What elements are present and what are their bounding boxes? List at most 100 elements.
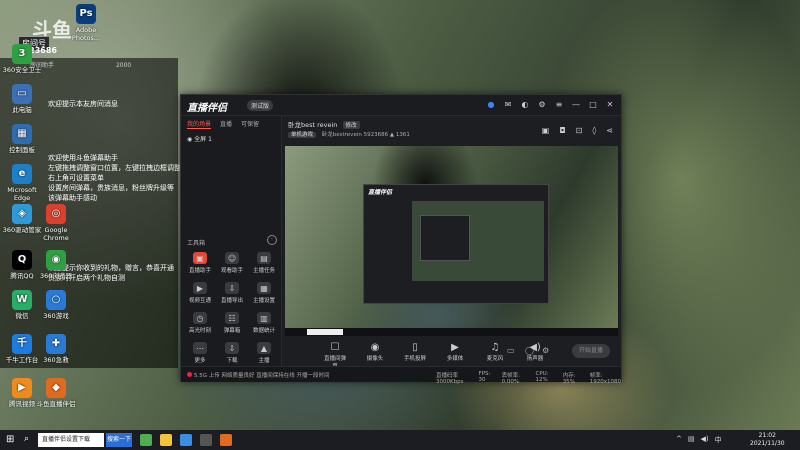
settings-icon[interactable]: ⚙ xyxy=(537,100,547,109)
stream-category[interactable]: 单机游戏 xyxy=(288,132,317,138)
control-icon: ▯ xyxy=(412,342,418,353)
app-icon: W xyxy=(12,290,32,310)
control-label: 多媒体 xyxy=(446,356,464,362)
message-icon[interactable]: ✉ xyxy=(503,100,513,109)
tool-item[interactable]: ⇩ 下载 xyxy=(217,342,247,364)
control-label: 麦克风 xyxy=(486,356,504,362)
desktop-icon-label: Google Chrome xyxy=(43,226,69,242)
tool-item[interactable]: ▤ 主播任务 xyxy=(249,252,279,274)
stream-meta: 单机游戏 卧龙bestrevein 5923686 ▲ 1361 xyxy=(288,130,410,138)
desktop-icon[interactable]: Ps Adobe Photos... xyxy=(66,4,106,42)
control-label: 扬声器 xyxy=(526,356,544,362)
pin-icon[interactable]: ⊡ xyxy=(576,126,583,135)
menu-icon[interactable]: ≡ xyxy=(554,100,564,109)
tool-label: 直播助手 xyxy=(188,268,211,274)
tray-up-icon[interactable]: ^ xyxy=(676,435,682,445)
app-titlebar[interactable]: 直播伴侣 测试版 ● ✉ ◐ ⚙ ≡ — □ ✕ xyxy=(181,95,621,116)
app-icon: ◎ xyxy=(46,204,66,224)
volume-icon[interactable]: ◀) xyxy=(701,435,709,445)
tool-item[interactable]: ⋯ 更多 xyxy=(185,342,215,364)
control-icon: ◉ xyxy=(370,342,380,353)
gift-icon[interactable]: ▣ xyxy=(542,126,550,135)
tool-label: 高光时刻 xyxy=(188,328,211,334)
record-icon[interactable]: ▭ xyxy=(507,346,515,355)
taskbar-browser-icon[interactable] xyxy=(180,434,192,446)
desktop-icon[interactable]: ◆ 斗鱼直播伴侣 xyxy=(36,378,76,408)
tool-label: 主播任务 xyxy=(252,268,275,274)
tool-icon: ▲ xyxy=(257,342,271,354)
tool-item[interactable]: ▣ 直播助手 xyxy=(185,252,215,274)
tool-icon: ▶ xyxy=(193,282,207,294)
desktop-icon[interactable]: ◎ Google Chrome xyxy=(36,204,76,242)
taskbar-clock[interactable]: 21:02 2021/11/30 xyxy=(750,432,785,448)
app-icon: ◈ xyxy=(12,204,32,224)
user-avatar-icon[interactable]: ● xyxy=(486,100,496,109)
overlay-header-count: 2000 xyxy=(115,62,132,69)
tool-item[interactable]: ▲ 主播 xyxy=(249,342,279,364)
scene-item[interactable]: ◉ 全屏 1 xyxy=(181,132,281,145)
live-settings-icon[interactable]: ⚙ xyxy=(542,346,549,355)
taskbar-search-button[interactable]: 搜索一下 xyxy=(106,433,132,447)
app-version-badge: 测试版 xyxy=(247,100,274,111)
app-icon: ▦ xyxy=(12,124,32,144)
desktop-icon[interactable]: ▦ 控制面板 xyxy=(2,124,42,154)
hot-icon: ▲ xyxy=(389,132,395,138)
tool-icon: ◷ xyxy=(193,312,207,324)
tool-item[interactable]: ☷ 弹幕箱 xyxy=(217,312,247,334)
tool-icon: ⋯ xyxy=(193,342,207,354)
tool-item[interactable]: ▶ 视频互通 xyxy=(185,282,215,304)
mute-icon[interactable]: ◯ xyxy=(525,346,534,355)
taskbar-folder-icon[interactable] xyxy=(160,434,172,446)
desktop-icon[interactable]: ▭ 此电脑 xyxy=(2,84,42,114)
sidebar-tab[interactable]: 我的场景 xyxy=(187,119,212,129)
eye-icon[interactable]: ◉ xyxy=(187,136,192,143)
app-icon: Q xyxy=(12,250,32,270)
status-bar: 5.5G 上传 网络质量良好 直播间保持在线 开播一段时间 直播码率 3000K… xyxy=(181,366,621,385)
skin-icon[interactable]: ◐ xyxy=(520,100,530,109)
tool-item[interactable]: ☺ 观看助手 xyxy=(217,252,247,274)
bell-icon[interactable]: ◊ xyxy=(592,126,596,135)
main-area: 卧龙best revein 修改 单机游戏 卧龙bestrevein 59236… xyxy=(282,116,621,370)
tool-label: 更多 xyxy=(194,358,206,364)
status-metric: 直播码率 3000Kbps xyxy=(436,373,464,385)
desktop-icon[interactable]: ◉ 360浏览器 xyxy=(36,250,76,280)
sidebar-tab[interactable]: 可保留 xyxy=(241,119,259,129)
tool-item[interactable]: ⇩ 直播导出 xyxy=(217,282,247,304)
desktop-icon-label: 此电脑 xyxy=(12,106,32,114)
stream-preview[interactable]: 直播伴侣 xyxy=(285,146,618,336)
control-icon: ▶ xyxy=(451,342,459,353)
minimize-icon[interactable]: — xyxy=(571,100,581,109)
network-icon[interactable]: ▤ xyxy=(688,435,695,445)
share-icon[interactable]: ⋖ xyxy=(606,126,613,135)
maximize-icon[interactable]: □ xyxy=(588,100,598,109)
taskbar-app-icon[interactable] xyxy=(140,434,152,446)
sidebar-tab[interactable]: 直播 xyxy=(220,119,232,129)
tool-item[interactable]: ▥ 数据统计 xyxy=(249,312,279,334)
desktop-icon[interactable]: ○ 360游戏 xyxy=(36,290,76,320)
overlay-message: 欢迎提示本友房间消息 xyxy=(48,100,118,108)
close-icon[interactable]: ✕ xyxy=(605,100,615,109)
taskbar-search-input[interactable]: 直播伴侣设置下载 xyxy=(38,433,104,447)
desktop-icon[interactable]: ✚ 360急救 xyxy=(36,334,76,364)
tool-item[interactable]: ◷ 高光时刻 xyxy=(185,312,215,334)
overlay-header: 房间助手 2000 xyxy=(30,60,131,69)
lock-icon[interactable]: ◘ xyxy=(559,126,565,135)
desktop-icon[interactable]: 3 360安全卫士 xyxy=(2,44,42,74)
windows-start-icon[interactable]: ⊞ xyxy=(6,435,16,445)
start-live-button[interactable]: 开始直播 xyxy=(572,344,610,358)
status-left: 5.5G 上传 网络质量良好 直播间保持在线 开播一段时间 xyxy=(194,373,330,379)
preview-taskbar xyxy=(285,328,618,336)
taskbar-douyu-icon[interactable] xyxy=(220,434,232,446)
tool-icon: ☷ xyxy=(225,312,239,324)
edit-title-button[interactable]: 修改 xyxy=(342,121,360,129)
search-icon[interactable]: ⌕ xyxy=(24,434,29,444)
streaming-app-window[interactable]: 直播伴侣 测试版 ● ✉ ◐ ⚙ ≡ — □ ✕ 我的场景 直播 可保留 ◉ 全屏 … xyxy=(180,94,622,385)
tools-settings-icon[interactable]: · xyxy=(267,235,277,245)
ime-icon[interactable]: 中 xyxy=(715,435,722,445)
scene-sidebar: 我的场景 直播 可保留 ◉ 全屏 1 工具箱 · ▣ 直播助手 ☺ 观看助手 ▤ 主播任务 ▶ 视… xyxy=(181,116,282,366)
desktop-icon[interactable]: e Microsoft Edge xyxy=(2,164,42,202)
status-metric: 内存: 35% xyxy=(562,373,576,385)
tool-item[interactable]: ▦ 主播设置 xyxy=(249,282,279,304)
app-icon: Ps xyxy=(76,4,96,24)
taskbar-tool-icon[interactable] xyxy=(200,434,212,446)
